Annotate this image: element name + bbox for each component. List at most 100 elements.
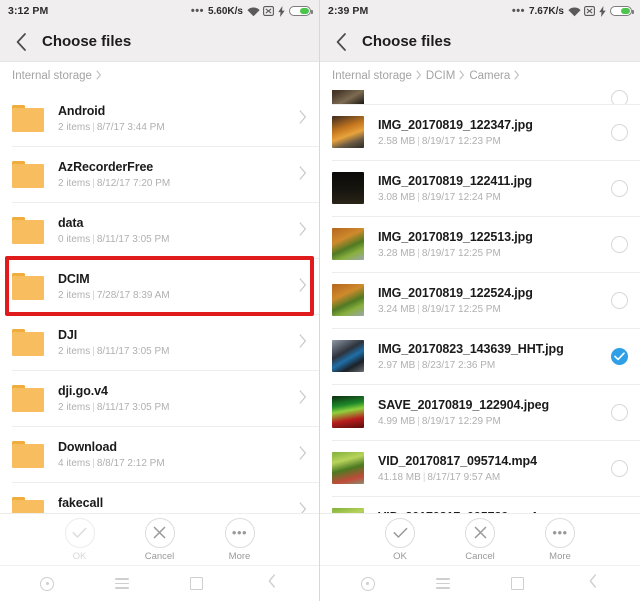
- chevron-right-icon[interactable]: [299, 501, 307, 513]
- item-meta: 2 items | 7/28/17 8:39 AM: [58, 290, 289, 301]
- item-date: 8/23/17 2:36 PM: [421, 360, 496, 372]
- chevron-right-icon[interactable]: [299, 165, 307, 183]
- file-list[interactable]: Android 2 items | 8/7/17 3:44 PM AzRecorderF…: [0, 90, 319, 513]
- folder-icon-body: [12, 108, 44, 132]
- folder-icon: [12, 216, 44, 244]
- back-arrow-icon[interactable]: [12, 32, 30, 51]
- home-square-icon[interactable]: [160, 577, 235, 590]
- cancel-label: Cancel: [144, 550, 175, 562]
- row-thumbnail: [12, 440, 44, 468]
- breadcrumb-item[interactable]: Internal storage: [12, 70, 92, 82]
- chevron-right-icon[interactable]: [299, 389, 307, 407]
- file-list-item[interactable]: IMG_20170819_122524.jpg 3.24 MB | 8/19/17 1…: [320, 272, 640, 328]
- file-list-item[interactable]: IMG_20170819_122347.jpg 2.58 MB | 8/19/17 1…: [320, 104, 640, 160]
- home-square-glyph: [190, 577, 204, 590]
- chevron-right-icon[interactable]: [299, 277, 307, 295]
- item-size: 2.58 MB: [378, 136, 416, 148]
- chevron-right-icon[interactable]: [299, 445, 307, 463]
- folder-list-item[interactable]: dji.go.v4 2 items | 8/11/17 3:05 PM: [0, 370, 319, 426]
- image-thumbnail: [332, 172, 364, 204]
- menu-icon[interactable]: [85, 578, 160, 589]
- row-thumbnail: [12, 216, 44, 244]
- row-text: VID_20170817_095714.mp4 41.18 MB | 8/17/17 …: [378, 453, 601, 484]
- checkbox-unchecked[interactable]: [611, 179, 628, 197]
- breadcrumb-item[interactable]: DCIM: [426, 70, 455, 82]
- back-chevron-icon[interactable]: [555, 574, 630, 593]
- item-name: IMG_20170819_122411.jpg: [378, 173, 533, 188]
- file-list-item[interactable]: VID_20170817_095739.mp429.91 MB|8/17/17 …: [320, 496, 640, 513]
- meta-separator: |: [92, 402, 95, 414]
- row-text: Download 4 items | 8/8/17 2:12 PM: [58, 439, 289, 470]
- folder-list-item[interactable]: Android 2 items | 8/7/17 3:44 PM: [0, 90, 319, 146]
- file-list-item[interactable]: VID_20170817_095714.mp4 41.18 MB | 8/17/17 …: [320, 440, 640, 496]
- row-end: [611, 347, 628, 365]
- checkbox-unchecked[interactable]: [611, 459, 628, 477]
- home-square-icon[interactable]: [480, 577, 555, 590]
- checkbox-unchecked[interactable]: [611, 291, 628, 309]
- more-dots: •••: [552, 524, 568, 540]
- checkbox-unchecked[interactable]: [611, 90, 628, 104]
- status-bar: 3:12 PM ••• 5.60K/s: [0, 0, 319, 22]
- checkbox-unchecked[interactable]: [611, 235, 628, 253]
- folder-list-item[interactable]: Download 4 items | 8/8/17 2:12 PM: [0, 426, 319, 482]
- item-name: DCIM: [58, 271, 90, 286]
- chevron-right-icon[interactable]: [299, 221, 307, 239]
- cancel-button[interactable]: Cancel: [131, 517, 189, 562]
- file-list-item[interactable]: IMG_20170819_122411.jpg 3.08 MB | 8/19/17 1…: [320, 160, 640, 216]
- checkbox-unchecked[interactable]: [611, 123, 628, 141]
- breadcrumb: Internal storage DCIM Camera: [320, 62, 640, 90]
- item-date: 8/11/17 3:05 PM: [96, 402, 170, 414]
- sim-x-icon: [584, 6, 595, 16]
- row-thumbnail: [332, 116, 364, 148]
- item-size: 2 items: [58, 346, 91, 358]
- page-title: Choose files: [362, 33, 452, 50]
- folder-list-item[interactable]: DCIM 2 items | 7/28/17 8:39 AM: [0, 258, 319, 314]
- row-thumbnail: [332, 340, 364, 372]
- network-speed-label: 7.67K/s: [528, 5, 564, 17]
- more-button[interactable]: ••• More: [211, 517, 269, 562]
- file-list-item[interactable]: IMG_20170819_122513.jpg 3.28 MB | 8/19/17 1…: [320, 216, 640, 272]
- record-dot-icon[interactable]: [330, 576, 405, 591]
- breadcrumb-item[interactable]: Camera: [469, 70, 510, 82]
- folder-list-item[interactable]: fakecall4 items|8/22/17 9:44 AM: [0, 482, 319, 513]
- row-thumbnail: [12, 160, 44, 188]
- item-name: VID_20170817_095714.mp4: [378, 453, 537, 468]
- chevron-right-icon[interactable]: [299, 333, 307, 351]
- back-chevron-icon[interactable]: [234, 574, 309, 593]
- item-date: 8/11/17 3:05 PM: [96, 234, 170, 246]
- file-list-item[interactable]: 2.66 MB|8/19/17 12:23 PM: [320, 90, 640, 104]
- menu-icon[interactable]: [405, 578, 480, 589]
- folder-list-item[interactable]: AzRecorderFree 2 items | 8/12/17 7:20 PM: [0, 146, 319, 202]
- image-thumbnail: [332, 452, 364, 484]
- file-list[interactable]: 2.66 MB|8/19/17 12:23 PM IMG_20170819_122…: [320, 90, 640, 513]
- folder-list-item[interactable]: data 0 items | 8/11/17 3:05 PM: [0, 202, 319, 258]
- row-thumbnail: [332, 90, 364, 104]
- folder-icon-body: [12, 220, 44, 244]
- breadcrumb-item[interactable]: Internal storage: [332, 70, 412, 82]
- chevron-right-icon: [95, 69, 103, 83]
- row-text: DJI 2 items | 8/11/17 3:05 PM: [58, 327, 289, 358]
- chevron-right-icon[interactable]: [299, 109, 307, 127]
- row-thumbnail: [332, 396, 364, 428]
- row-text: SAVE_20170819_122904.jpeg 4.99 MB | 8/19/17…: [378, 397, 601, 428]
- back-arrow-icon[interactable]: [332, 32, 350, 51]
- ok-button[interactable]: OK: [371, 517, 429, 562]
- folder-icon-body: [12, 388, 44, 412]
- navigation-bar: [320, 565, 640, 601]
- record-dot-icon[interactable]: [10, 576, 85, 591]
- folder-list-item[interactable]: DJI 2 items | 8/11/17 3:05 PM: [0, 314, 319, 370]
- cancel-button[interactable]: Cancel: [451, 517, 509, 562]
- row-end: [299, 165, 307, 183]
- status-dots-icon: •••: [511, 5, 525, 17]
- phone-screen-right: 2:39 PM ••• 7.67K/s Choose files Internal st…: [320, 0, 640, 601]
- file-list-item[interactable]: IMG_20170823_143639_HHT.jpg 2.97 MB | 8/23/…: [320, 328, 640, 384]
- more-button[interactable]: ••• More: [531, 517, 589, 562]
- file-list-item[interactable]: SAVE_20170819_122904.jpeg 4.99 MB | 8/19/17…: [320, 384, 640, 440]
- checkbox-checked[interactable]: [611, 347, 628, 365]
- ok-button[interactable]: OK: [51, 517, 109, 562]
- checkbox-unchecked[interactable]: [611, 403, 628, 421]
- row-thumbnail: [332, 228, 364, 260]
- row-text: dji.go.v4 2 items | 8/11/17 3:05 PM: [58, 383, 289, 414]
- image-thumbnail: [332, 396, 364, 428]
- back-chevron-glyph: [268, 574, 276, 593]
